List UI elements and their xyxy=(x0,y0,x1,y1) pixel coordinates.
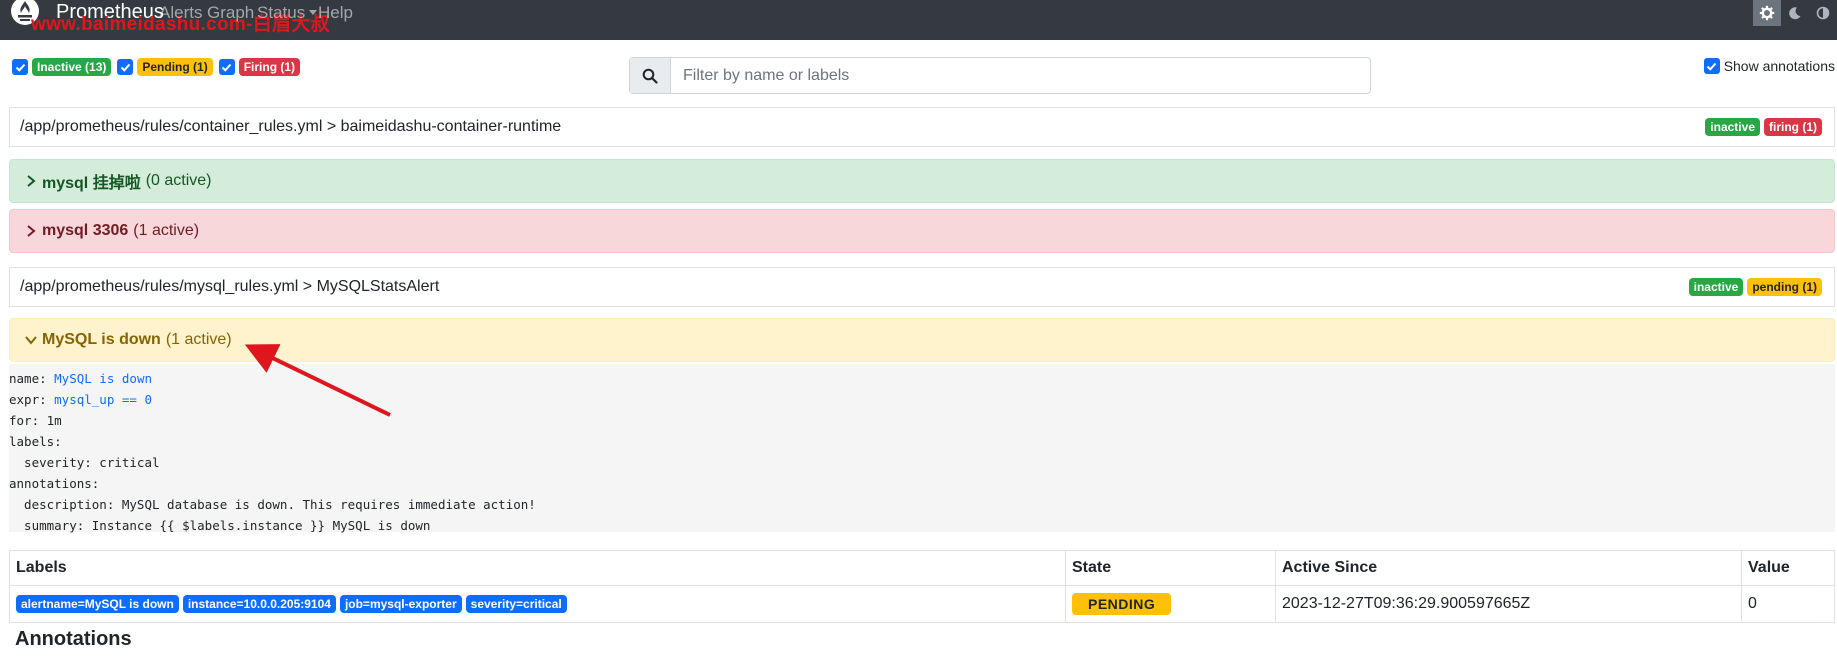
chevron-down-icon xyxy=(25,336,37,345)
alert-rule-row[interactable]: mysql 3306 (1 active) xyxy=(9,209,1835,253)
rule-labels-line: labels: xyxy=(9,434,62,449)
rule-for-line: for: 1m xyxy=(9,413,62,428)
check-icon xyxy=(120,63,131,72)
active-alerts-table: Labels State Active Since Value alertnam… xyxy=(9,550,1835,623)
check-icon xyxy=(222,63,232,72)
firing-checkbox[interactable] xyxy=(218,59,235,75)
half-circle-icon xyxy=(1816,6,1830,20)
rule-group-header: /app/prometheus/rules/mysql_rules.yml > … xyxy=(9,267,1835,307)
alert-rule-name: mysql 3306 xyxy=(42,222,129,239)
chevron-right-icon xyxy=(27,175,36,187)
annotations-heading: Annotations xyxy=(15,628,132,650)
label-badge: severity=critical xyxy=(465,595,567,613)
state-header: State xyxy=(1065,550,1276,586)
table-header-row: Labels State Active Since Value xyxy=(9,550,1835,586)
nav-status[interactable]: Status xyxy=(257,3,318,23)
nav-alerts[interactable]: Alerts xyxy=(159,3,202,23)
nav-help[interactable]: Help xyxy=(318,3,353,23)
table-row: alertname=MySQL is down instance=10.0.0.2… xyxy=(9,585,1835,623)
rule-name-link[interactable]: MySQL is down xyxy=(54,371,152,386)
rule-group-path: /app/prometheus/rules/mysql_rules.yml > … xyxy=(20,278,440,295)
top-navbar: Prometheus www.baimeidashu.com-白眉大叔 Aler… xyxy=(0,0,1837,40)
label-badge: alertname=MySQL is down xyxy=(16,595,179,613)
auto-theme-button[interactable] xyxy=(1809,0,1837,26)
alert-rule-name: mysql 挂掉啦 xyxy=(42,175,141,192)
search-icon xyxy=(642,68,658,84)
labels-header: Labels xyxy=(9,550,1066,586)
state-badge: PENDING xyxy=(1072,593,1172,615)
rule-name-line: name: MySQL is down xyxy=(9,368,1835,389)
rule-description-line: description: MySQL database is down. Thi… xyxy=(9,497,536,512)
active-since-header: Active Since xyxy=(1275,550,1742,586)
rule-group-path: /app/prometheus/rules/container_rules.ym… xyxy=(20,118,562,135)
pending-filter-badge[interactable]: Pending (1) xyxy=(137,58,213,76)
labels-cell: alertname=MySQL is down instance=10.0.0.2… xyxy=(9,585,1066,623)
alert-rule-row[interactable]: mysql 挂掉啦 (0 active) xyxy=(9,159,1835,203)
alert-active-count: (1 active) xyxy=(165,331,232,348)
rule-expr-key: expr: xyxy=(9,392,55,407)
inactive-badge: inactive xyxy=(1688,278,1744,296)
state-cell: PENDING xyxy=(1065,585,1276,623)
search-addon xyxy=(630,58,671,93)
check-icon xyxy=(1706,62,1717,71)
rule-name-key: name: xyxy=(9,371,55,386)
value-header: Value xyxy=(1741,550,1835,586)
firing-badge: firing (1) xyxy=(1764,118,1822,136)
alert-rule-row-expanded[interactable]: MySQL is down (1 active) xyxy=(9,318,1835,362)
chevron-down-icon xyxy=(309,10,318,15)
active-since-cell: 2023-12-27T09:36:29.900597665Z xyxy=(1275,585,1742,623)
show-annotations-label[interactable]: Show annotations xyxy=(1724,58,1835,74)
label-badge: job=mysql-exporter xyxy=(339,595,462,613)
dark-theme-button[interactable] xyxy=(1781,0,1809,26)
nav-status-label: Status xyxy=(257,3,306,22)
pending-checkbox[interactable] xyxy=(117,59,134,75)
inactive-badge: inactive xyxy=(1705,118,1760,136)
search-box xyxy=(629,57,1371,94)
show-annotations-checkbox[interactable] xyxy=(1703,58,1720,74)
rule-group-badges: inactive pending (1) xyxy=(1688,278,1826,296)
value-cell: 0 xyxy=(1741,585,1835,623)
theme-toggle-group xyxy=(1753,0,1837,26)
rule-expr-line: expr: mysql_up == 0 xyxy=(9,389,1835,410)
pending-badge: pending (1) xyxy=(1747,278,1822,296)
label-badge: instance=10.0.0.205:9104 xyxy=(182,595,336,613)
show-annotations-toggle[interactable]: Show annotations xyxy=(1703,58,1835,74)
alert-rule-name: MySQL is down xyxy=(42,331,161,348)
rule-annotations-line: annotations: xyxy=(9,476,100,491)
rule-expr-link[interactable]: mysql_up == 0 xyxy=(54,392,152,407)
alert-active-count: (0 active) xyxy=(145,172,212,189)
light-theme-button[interactable] xyxy=(1753,0,1781,26)
rule-summary-line: summary: Instance {{ $labels.instance }}… xyxy=(9,518,431,533)
alert-active-count: (1 active) xyxy=(133,222,200,239)
search-input[interactable] xyxy=(671,58,1370,93)
rule-group-badges: inactive firing (1) xyxy=(1705,118,1826,136)
rule-definition-block: name: MySQL is down expr: mysql_up == 0 … xyxy=(9,364,1835,533)
moon-icon xyxy=(1789,7,1801,20)
check-icon xyxy=(15,63,25,72)
gear-icon xyxy=(1759,5,1775,21)
inactive-checkbox[interactable] xyxy=(12,59,28,75)
rule-group-header: /app/prometheus/rules/container_rules.ym… xyxy=(9,107,1835,147)
nav-graph[interactable]: Graph xyxy=(207,3,254,23)
inactive-filter-badge[interactable]: Inactive (13) xyxy=(32,58,112,76)
rule-severity-line: severity: critical xyxy=(9,455,160,470)
chevron-right-icon xyxy=(27,225,36,237)
firing-filter-badge[interactable]: Firing (1) xyxy=(238,58,301,76)
state-filter-row: Inactive (13) Pending (1) Firing (1) xyxy=(12,58,304,76)
